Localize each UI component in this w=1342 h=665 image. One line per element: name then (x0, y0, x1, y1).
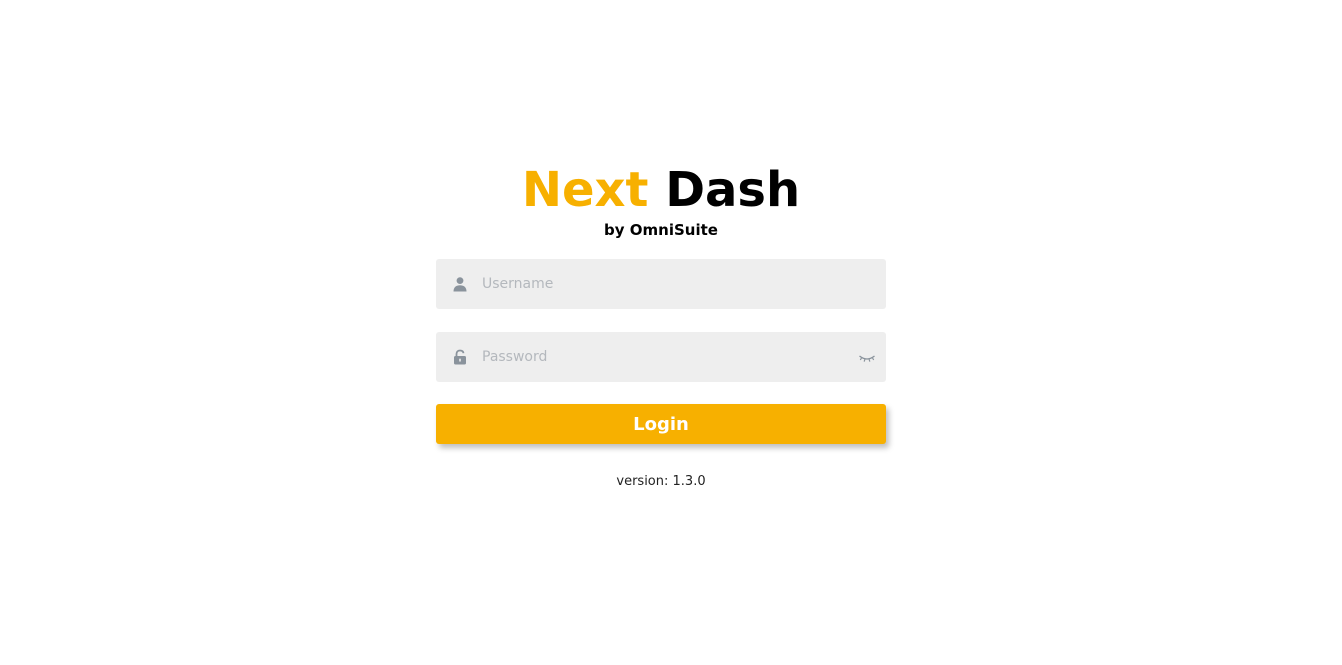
login-button[interactable]: Login (436, 404, 886, 444)
app-title-main: Dash (665, 162, 801, 218)
version-label: version: 1.3.0 (616, 474, 706, 489)
user-icon (452, 276, 468, 292)
brand: Next Dash by OmniSuite (436, 160, 886, 243)
username-field (436, 259, 886, 309)
lock-icon (452, 349, 468, 365)
app-title-accent: Next (521, 162, 649, 218)
app-title: Next Dash (436, 160, 886, 220)
password-input[interactable] (482, 332, 842, 382)
login-container: Next Dash by OmniSuite Username Login ve… (436, 160, 886, 489)
eye-closed-icon[interactable] (858, 350, 876, 364)
username-input[interactable] (482, 259, 842, 309)
login-form: Login (436, 259, 886, 444)
password-field (436, 332, 886, 382)
app-subtitle: by OmniSuite (604, 221, 718, 239)
